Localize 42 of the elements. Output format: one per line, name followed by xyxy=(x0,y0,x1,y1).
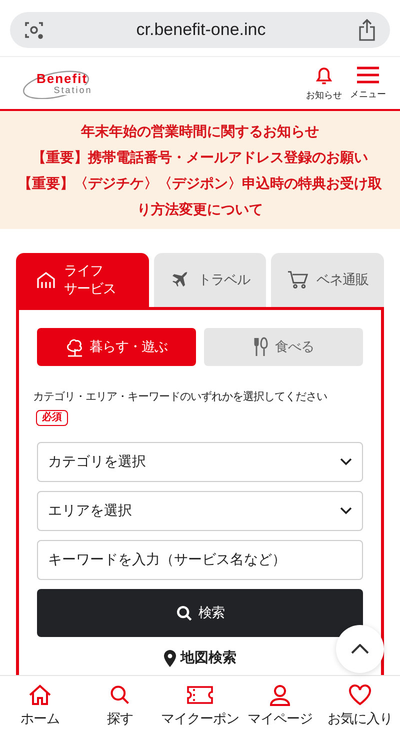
ticket-icon xyxy=(186,684,214,706)
cutlery-icon xyxy=(253,337,269,357)
building-icon xyxy=(36,271,56,289)
share-icon[interactable] xyxy=(358,19,376,41)
url-text: cr.benefit-one.inc xyxy=(135,20,267,40)
notice-link[interactable]: 【重要】〈デジチケ〉〈デジポン〉申込時の特典お受け取り方法変更について xyxy=(12,171,388,223)
person-icon xyxy=(269,684,291,706)
required-badge: 必須 xyxy=(36,410,68,426)
nav-item[interactable]: お気に入り xyxy=(320,684,400,728)
map-pin-icon xyxy=(164,650,176,666)
scroll-top-button[interactable] xyxy=(336,625,384,673)
camera-icon[interactable] xyxy=(24,20,44,40)
map-search-link[interactable]: 地図検索 xyxy=(164,649,236,667)
chevron-down-icon xyxy=(340,507,352,515)
search-icon xyxy=(109,684,131,706)
select-field[interactable]: カテゴリを選択 xyxy=(37,442,363,482)
category-tab[interactable]: トラベル xyxy=(154,253,266,307)
menu-icon xyxy=(356,65,380,85)
search-icon xyxy=(176,604,192,622)
nav-item[interactable]: 探す xyxy=(80,684,160,728)
notice-link[interactable]: 【重要】携帯電話番号・メールアドレス登録のお願い xyxy=(12,145,388,171)
category-tab[interactable]: ベネ通販 xyxy=(271,253,384,307)
notifications-button[interactable]: お知らせ xyxy=(306,64,342,102)
chevron-down-icon xyxy=(340,458,352,466)
keyword-field[interactable]: キーワードを入力（サービス名など） xyxy=(37,540,363,580)
search-button[interactable]: 検索 xyxy=(37,589,363,637)
select-field[interactable]: エリアを選択 xyxy=(37,491,363,531)
category-tab[interactable]: ライフ サービス xyxy=(16,253,149,307)
nav-item[interactable]: マイページ xyxy=(240,684,320,728)
genre-tab[interactable]: 暮らす・遊ぶ xyxy=(37,328,196,366)
menu-button[interactable]: メニュー xyxy=(350,65,386,101)
tree-icon xyxy=(66,337,84,357)
home-icon xyxy=(28,684,52,706)
genre-tab[interactable]: 食べる xyxy=(204,328,363,366)
chevron-up-icon xyxy=(351,644,369,654)
nav-item[interactable]: マイクーポン xyxy=(160,684,240,728)
notice-link[interactable]: 年末年始の営業時間に関するお知らせ xyxy=(12,119,388,145)
heart-icon xyxy=(348,684,372,706)
instruction-text: カテゴリ・エリア・キーワードのいずれかを選択してください xyxy=(33,389,327,405)
nav-item[interactable]: ホーム xyxy=(0,684,80,728)
cart-icon xyxy=(286,270,309,290)
address-bar[interactable]: cr.benefit-one.inc xyxy=(10,12,390,48)
